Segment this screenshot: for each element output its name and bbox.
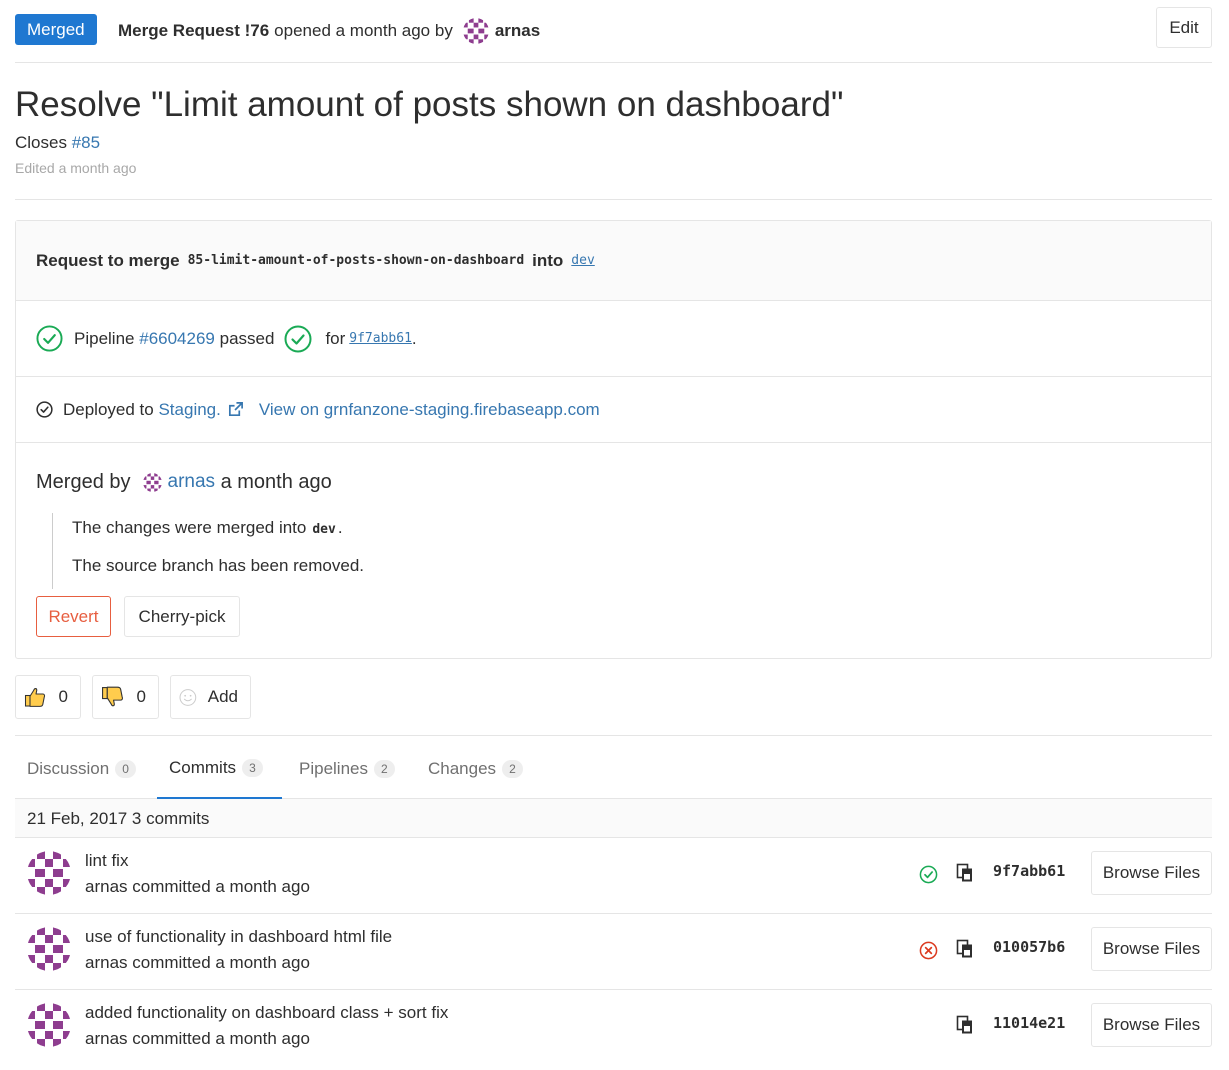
mr-meta: Merge Request !76 opened a month ago by … (118, 18, 540, 44)
thumbs-down-icon (102, 686, 124, 707)
commit-title-link[interactable]: added functionality on dashboard class +… (85, 1003, 448, 1023)
thumbs-down-award-button[interactable]: 0 (92, 675, 159, 719)
merged-branch: dev (312, 522, 336, 537)
thumbs-up-count: 0 (58, 687, 68, 706)
thumbs-up-award-button[interactable]: 0 (15, 675, 81, 719)
pipeline-label: Pipeline (74, 328, 135, 348)
merged-by-line: Merged by arnas a month ago (36, 467, 1191, 497)
browse-files-button[interactable]: Browse Files (1091, 927, 1212, 971)
merge-widget: Request to merge 85-limit-amount-of-post… (15, 220, 1212, 659)
commit-row: lint fix arnas committed a month ago 9f7… (15, 838, 1212, 914)
merged-by-prefix: Merged by (36, 471, 131, 493)
merged-section: Merged by arnas a month ago The changes … (16, 443, 1211, 658)
revert-button[interactable]: Revert (36, 596, 111, 637)
environment-link[interactable]: Staging. (158, 400, 220, 420)
merger-link[interactable]: arnas (168, 467, 216, 497)
commit-author-line: arnas committed a month ago (85, 1029, 310, 1048)
commits-day-header: 21 Feb, 2017 3 commits (15, 799, 1212, 838)
deployment-row: Deployed to Staging. View on grnfanzone-… (16, 377, 1211, 443)
thumbs-down-count: 0 (136, 687, 146, 706)
pipeline-stage-success-icon[interactable] (284, 325, 312, 353)
view-app-link[interactable]: View on grnfanzone-staging.firebaseapp.c… (259, 400, 600, 420)
smiley-icon (179, 688, 197, 706)
commit-sha-link[interactable]: 010057b6 (993, 938, 1065, 956)
merged-into-note: The changes were merged into dev. (72, 518, 343, 537)
commit-row: use of functionality in dashboard html f… (15, 914, 1212, 990)
author-link[interactable]: arnas (495, 19, 540, 43)
branch-removed-note: The source branch has been removed. (72, 556, 365, 575)
copy-sha-icon[interactable] (956, 1015, 974, 1035)
opened-text: opened a month ago by (274, 21, 453, 40)
thumbs-up-icon (24, 688, 46, 707)
commit-sha-link[interactable]: 11014e21 (993, 1014, 1065, 1032)
divider (15, 735, 1212, 736)
page-title: Resolve "Limit amount of posts shown on … (15, 85, 844, 124)
copy-sha-icon[interactable] (956, 939, 974, 959)
commit-author-line: arnas committed a month ago (85, 953, 310, 972)
issue-link[interactable]: #85 (72, 133, 100, 152)
external-link-icon[interactable] (227, 401, 244, 418)
add-reaction-label: Add (207, 687, 238, 706)
tab-count-badge: 2 (502, 759, 523, 778)
commit-sha-link[interactable]: 9f7abb61 (349, 331, 412, 346)
tab-label: Changes (428, 758, 497, 778)
target-branch-link[interactable]: dev (571, 253, 594, 268)
into-label: into (532, 250, 564, 270)
merger-avatar[interactable] (142, 472, 162, 492)
deployed-check-icon (36, 401, 53, 418)
edited-timestamp: Edited a month ago (15, 160, 137, 176)
mr-tabs: Discussion 0 Commits 3 Pipelines 2 Chang… (15, 738, 1212, 799)
tab-label: Pipelines (299, 758, 368, 778)
source-branch: 85-limit-amount-of-posts-shown-on-dashbo… (187, 253, 525, 268)
mr-label: Merge Request !76 (118, 21, 270, 40)
pipeline-success-icon[interactable] (36, 325, 63, 352)
edit-button[interactable]: Edit (1156, 7, 1212, 48)
pipeline-link[interactable]: #6604269 (139, 329, 215, 349)
commit-author-avatar[interactable] (27, 851, 71, 895)
tab-count-badge: 3 (242, 758, 263, 777)
pipeline-status-text: passed (219, 328, 275, 348)
closes-prefix: Closes (15, 133, 67, 152)
for-label: for (325, 328, 346, 348)
tab-changes[interactable]: Changes 2 (428, 738, 523, 799)
commit-author-line: arnas committed a month ago (85, 877, 310, 896)
copy-sha-icon[interactable] (956, 863, 974, 883)
commit-sha-link[interactable]: 9f7abb61 (993, 862, 1065, 880)
commit-status-success-icon[interactable] (919, 865, 938, 884)
closes-line: Closes #85 (15, 131, 100, 155)
tab-label: Commits (169, 757, 237, 777)
status-badge: Merged (15, 14, 97, 45)
add-reaction-button[interactable]: Add (170, 675, 251, 719)
browse-files-button[interactable]: Browse Files (1091, 851, 1212, 895)
request-prefix: Request to merge (36, 250, 180, 270)
mr-header: Merged Merge Request !76 opened a month … (15, 7, 1212, 63)
merged-time: a month ago (220, 471, 332, 493)
author-avatar[interactable] (462, 18, 489, 44)
commit-row: added functionality on dashboard class +… (15, 990, 1212, 1066)
period: . (411, 328, 417, 348)
tab-count-badge: 0 (115, 759, 136, 778)
award-emoji-bar: 0 0 Add (15, 675, 262, 719)
tab-count-badge: 2 (374, 759, 395, 778)
cherry-pick-button[interactable]: Cherry-pick (124, 596, 240, 637)
commit-title-link[interactable]: use of functionality in dashboard html f… (85, 927, 392, 947)
deployed-prefix: Deployed to (63, 399, 154, 419)
tab-commits[interactable]: Commits 3 (157, 738, 282, 799)
tab-label: Discussion (27, 758, 110, 778)
divider (15, 199, 1212, 200)
pipeline-row: Pipeline #6604269 passed for 9f7abb61. (16, 301, 1211, 377)
commit-status-failed-icon[interactable] (919, 941, 938, 960)
merged-into-text: The changes were merged into (72, 518, 307, 537)
tab-discussion[interactable]: Discussion 0 (27, 738, 136, 799)
merge-notes: The changes were merged into dev. The sou… (52, 513, 364, 589)
browse-files-button[interactable]: Browse Files (1091, 1003, 1212, 1047)
commit-title-link[interactable]: lint fix (85, 851, 128, 871)
tab-pipelines[interactable]: Pipelines 2 (299, 738, 395, 799)
merge-request-header: Request to merge 85-limit-amount-of-post… (16, 221, 1211, 301)
commit-author-avatar[interactable] (27, 1003, 71, 1047)
commit-author-avatar[interactable] (27, 927, 71, 971)
